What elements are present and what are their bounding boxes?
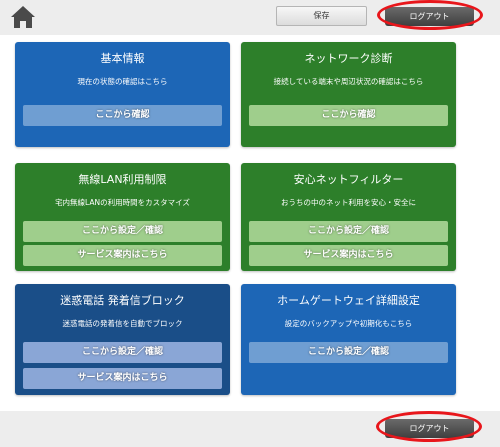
card-network-diagnosis: ネットワーク診断 接続している端末や周辺状況の確認はこちら ここから確認	[241, 42, 456, 147]
settings-button[interactable]: ここから設定／確認	[23, 342, 222, 363]
check-button[interactable]: ここから確認	[23, 105, 222, 126]
logout-button-bottom[interactable]: ログアウト	[385, 419, 474, 438]
card-desc: 設定のバックアップや初期化もこちら	[284, 319, 413, 328]
service-info-button[interactable]: サービス案内はこちら	[249, 245, 448, 266]
service-info-button[interactable]: サービス案内はこちら	[23, 368, 222, 389]
card-title: 安心ネットフィルター	[293, 173, 404, 186]
settings-button[interactable]: ここから設定／確認	[23, 221, 222, 242]
card-desc: 宅内無線LANの利用時間をカスタマイズ	[55, 198, 190, 207]
card-basic-info: 基本情報 現在の状態の確認はこちら ここから確認	[15, 42, 230, 147]
card-desc: 接続している端末や周辺状況の確認はこちら	[273, 77, 424, 86]
service-info-button[interactable]: サービス案内はこちら	[23, 245, 222, 266]
card-title: 無線LAN利用制限	[78, 173, 167, 186]
card-title: ホームゲートウェイ詳細設定	[277, 294, 420, 307]
home-icon[interactable]	[10, 5, 36, 29]
card-title: 迷惑電話 発着信ブロック	[60, 294, 185, 307]
card-wireless-lan-limit: 無線LAN利用制限 宅内無線LANの利用時間をカスタマイズ ここから設定／確認 …	[15, 163, 230, 271]
card-nuisance-call-block: 迷惑電話 発着信ブロック 迷惑電話の発着信を自動でブロック ここから設定／確認 …	[15, 284, 230, 395]
card-desc: 現在の状態の確認はこちら	[77, 77, 168, 86]
card-desc: おうちの中のネット利用を安心・安全に	[281, 198, 416, 207]
save-button[interactable]: 保存	[276, 6, 367, 26]
logout-button-top[interactable]: ログアウト	[385, 7, 474, 26]
card-safe-net-filter: 安心ネットフィルター おうちの中のネット利用を安心・安全に ここから設定／確認 …	[241, 163, 456, 271]
card-title: ネットワーク診断	[304, 52, 393, 65]
card-desc: 迷惑電話の発着信を自動でブロック	[62, 319, 183, 328]
settings-button[interactable]: ここから設定／確認	[249, 221, 448, 242]
settings-button[interactable]: ここから設定／確認	[249, 342, 448, 363]
main-panel: 基本情報 現在の状態の確認はこちら ここから確認 ネットワーク診断 接続している…	[0, 35, 500, 411]
card-title: 基本情報	[100, 52, 145, 65]
check-button[interactable]: ここから確認	[249, 105, 448, 126]
card-home-gateway-settings: ホームゲートウェイ詳細設定 設定のバックアップや初期化もこちら ここから設定／確…	[241, 284, 456, 395]
